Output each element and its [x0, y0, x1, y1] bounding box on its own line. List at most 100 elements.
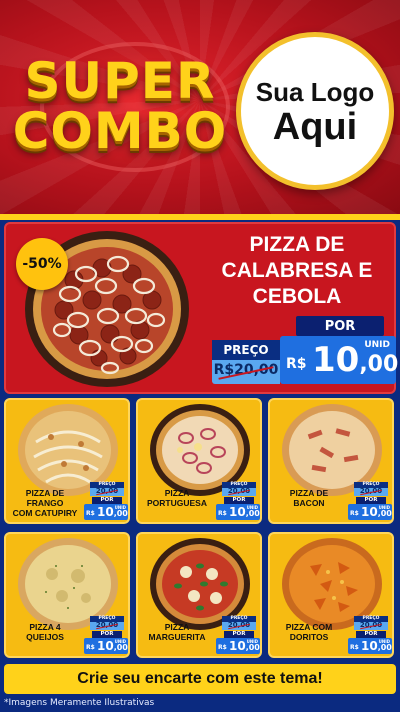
- new-price-box: R$ 10,00 UNID: [84, 638, 128, 654]
- old-price: R$20,00: [212, 362, 280, 380]
- currency-symbol: R$: [350, 510, 359, 517]
- por-label: POR: [224, 497, 254, 504]
- currency-symbol: R$: [86, 644, 95, 651]
- product-name-line: PIZZA DE FRANGO: [25, 488, 65, 508]
- old-price: 20,00: [90, 487, 124, 496]
- por-label: POR: [296, 316, 384, 336]
- product-name: PIZZA 4 QUEIJOS: [8, 622, 82, 642]
- new-price-box: R$ 10,00 UNID: [84, 504, 128, 520]
- currency-symbol: R$: [86, 510, 95, 517]
- price-label: PREÇO: [212, 340, 280, 360]
- new-price-cents: ,00: [377, 643, 392, 652]
- product-name-line: DORITOS: [289, 632, 329, 642]
- product-name: PIZZA COM DORITOS: [272, 622, 346, 642]
- product-price: PREÇO20,00PORR$10,00UNID: [216, 482, 260, 522]
- new-price-box: R$ 10,00 UNID: [348, 638, 392, 654]
- product-card[interactable]: PIZZA 4QUEIJOSPREÇO20,00PORR$10,00UNID: [4, 532, 130, 658]
- product-name-line: BACON: [293, 498, 325, 508]
- discount-badge: -50%: [16, 238, 68, 290]
- new-price-int: 10: [97, 505, 114, 519]
- por-label: POR: [224, 631, 254, 638]
- new-price-cents: ,00: [245, 643, 260, 652]
- new-price-box: R$ 10,00 UNID: [216, 638, 260, 654]
- unit-label: UNID: [378, 505, 390, 510]
- old-price: 20,00: [90, 621, 124, 630]
- new-price-int: 10: [361, 639, 378, 653]
- logo-placeholder[interactable]: Sua Logo Aqui: [236, 32, 394, 190]
- product-price: PREÇO20,00PORR$10,00UNID: [348, 616, 392, 656]
- product-name-line: PIZZA: [164, 622, 190, 632]
- featured-name-line: PIZZA DE: [249, 233, 345, 256]
- por-label: POR: [92, 497, 122, 504]
- logo-line-2: Aqui: [272, 105, 358, 148]
- product-card[interactable]: PIZZAMARGUERITAPREÇO20,00PORR$10,00UNID: [136, 532, 262, 658]
- new-price-box: R$ 10,00 UNID: [280, 336, 399, 384]
- new-price-int: 10: [229, 639, 246, 653]
- old-price-box: PREÇO20,00: [354, 482, 388, 496]
- cta-banner[interactable]: Crie seu encarte com este tema!: [4, 664, 396, 694]
- product-card[interactable]: PIZZA DEBACONPREÇO20,00PORR$10,00UNID: [268, 398, 394, 524]
- por-label: POR: [356, 631, 386, 638]
- product-price: PREÇO20,00PORR$10,00UNID: [348, 482, 392, 522]
- old-price-box: PREÇO R$20,00: [212, 340, 280, 384]
- unit-label: UNID: [246, 505, 258, 510]
- logo-line-1: Sua Logo: [255, 76, 375, 107]
- title-combo: COMBO: [12, 102, 228, 160]
- currency-symbol: R$: [218, 644, 227, 651]
- old-price-box: PREÇO20,00: [354, 616, 388, 630]
- featured-name-line: CALABRESA E: [221, 259, 373, 282]
- product-price: PREÇO20,00PORR$10,00UNID: [84, 482, 128, 522]
- product-price: PREÇO20,00PORR$10,00UNID: [84, 616, 128, 656]
- product-name-line: PORTUGUESA: [147, 498, 207, 508]
- product-name-line: COM CATUPIRY: [12, 508, 78, 518]
- unit-label: UNID: [246, 639, 258, 644]
- old-price: 20,00: [222, 487, 256, 496]
- product-price: PREÇO20,00PORR$10,00UNID: [216, 616, 260, 656]
- product-name: PIZZA MARGUERITA: [140, 622, 214, 642]
- new-price-cents: ,00: [359, 352, 399, 377]
- old-price: 20,00: [354, 487, 388, 496]
- header-banner: SUPER COMBO Sua Logo Aqui: [0, 0, 400, 214]
- old-price-box: PREÇO20,00: [90, 616, 124, 630]
- new-price-cents: ,00: [113, 643, 128, 652]
- new-price-int: 10: [361, 505, 378, 519]
- currency-symbol: R$: [218, 510, 227, 517]
- product-name-line: PIZZA: [164, 488, 190, 498]
- new-price-cents: ,00: [245, 509, 260, 518]
- por-label: POR: [356, 497, 386, 504]
- unit-label: UNID: [378, 639, 390, 644]
- featured-product-name: PIZZA DE CALABRESA E CEBOLA: [202, 232, 392, 310]
- product-name: PIZZA DE FRANGO COM CATUPIRY: [8, 488, 82, 518]
- product-name: PIZZA PORTUGUESA: [140, 488, 214, 508]
- header-stripe: [0, 214, 400, 220]
- product-card[interactable]: PIZZA COMDORITOSPREÇO20,00PORR$10,00UNID: [268, 532, 394, 658]
- old-price-box: PREÇO20,00: [222, 482, 256, 496]
- old-price-box: PREÇO20,00: [222, 616, 256, 630]
- product-name-line: QUEIJOS: [26, 632, 64, 642]
- product-name-line: MARGUERITA: [148, 632, 206, 642]
- footnote: *Imagens Meramente Ilustrativas: [4, 698, 155, 708]
- unit-label: UNID: [114, 639, 126, 644]
- new-price-cents: ,00: [377, 509, 392, 518]
- product-name: PIZZA DE BACON: [272, 488, 346, 508]
- por-label: POR: [92, 631, 122, 638]
- product-card[interactable]: PIZZA DE FRANGOCOM CATUPIRY PREÇO20,00POR…: [4, 398, 130, 524]
- old-price-box: PREÇO20,00: [90, 482, 124, 496]
- unit-label: UNID: [114, 505, 126, 510]
- product-card[interactable]: PIZZAPORTUGUESAPREÇO20,00PORR$10,00UNID: [136, 398, 262, 524]
- old-price: 20,00: [222, 621, 256, 630]
- new-price-cents: ,00: [113, 509, 128, 518]
- new-price-int: 10: [97, 639, 114, 653]
- product-name-line: PIZZA COM: [285, 622, 333, 632]
- new-price-int: 10: [229, 505, 246, 519]
- unit-label: UNID: [364, 340, 390, 350]
- featured-name-line: CEBOLA: [252, 285, 342, 308]
- currency-symbol: R$: [350, 644, 359, 651]
- new-price-box: R$ 10,00 UNID: [216, 504, 260, 520]
- currency-symbol: R$: [286, 356, 307, 372]
- product-name-line: PIZZA DE: [289, 488, 329, 498]
- old-price: 20,00: [354, 621, 388, 630]
- new-price-box: R$ 10,00 UNID: [348, 504, 392, 520]
- product-name-line: PIZZA 4: [29, 622, 61, 632]
- featured-product-card[interactable]: -50% PIZZA DE CALABRESA E CEBOLA PREÇO R…: [4, 222, 399, 394]
